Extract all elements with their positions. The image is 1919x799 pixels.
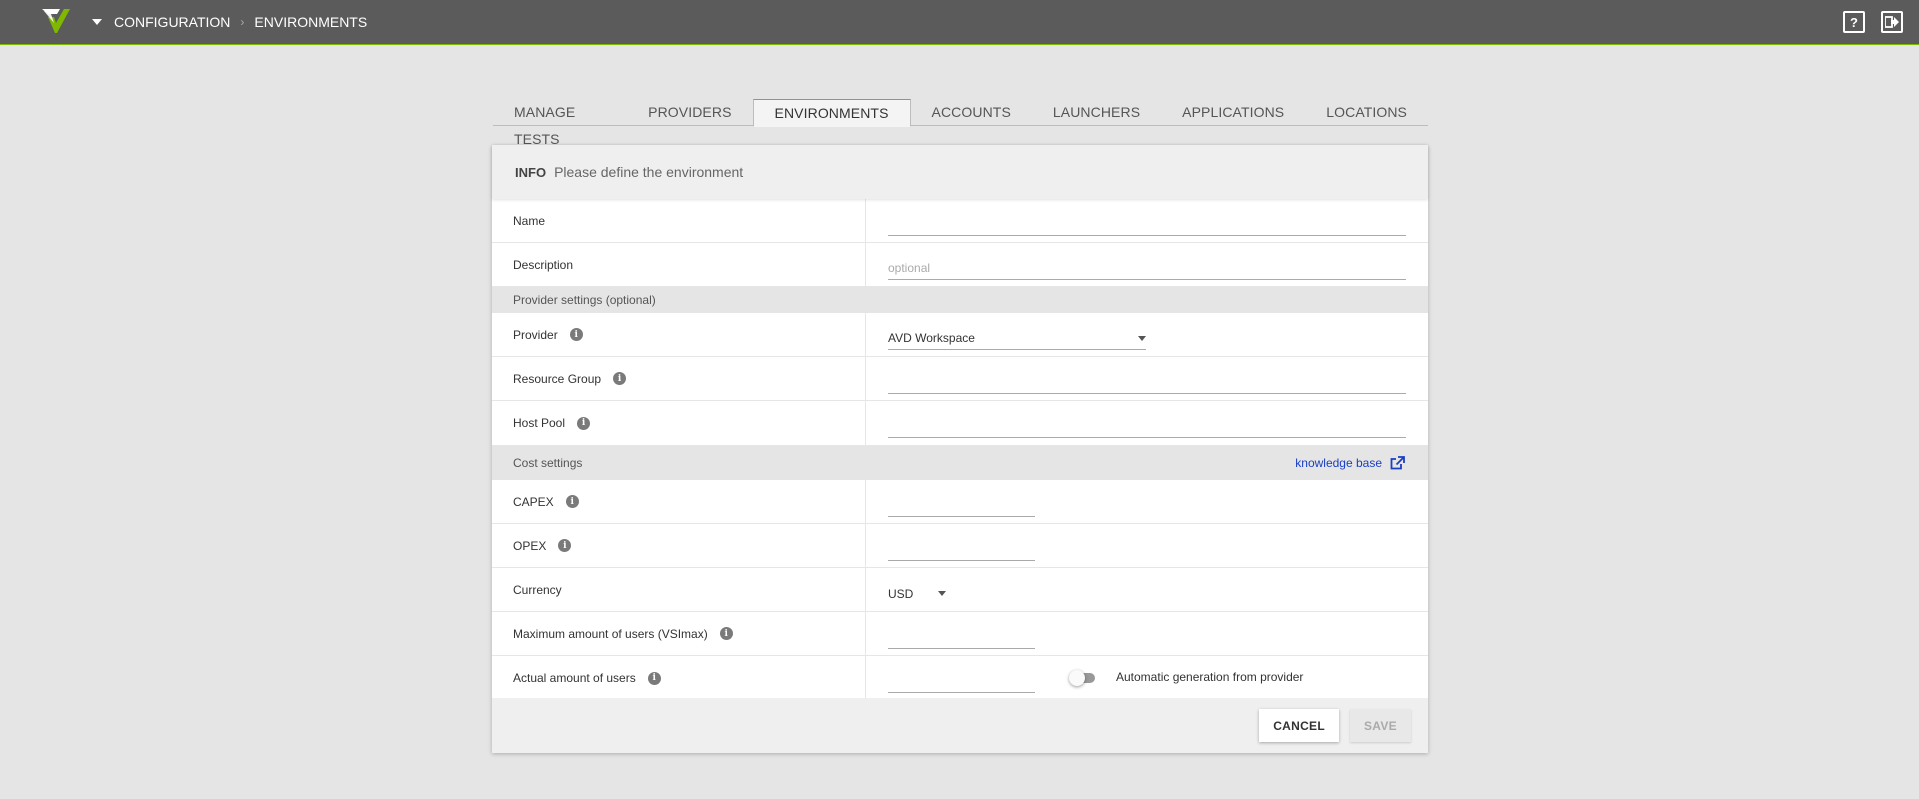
breadcrumb-configuration[interactable]: CONFIGURATION	[114, 14, 230, 30]
chevron-down-icon	[1138, 335, 1146, 341]
currency-label: Currency	[492, 568, 866, 611]
tab-providers[interactable]: PROVIDERS	[627, 99, 752, 126]
help-button[interactable]: ?	[1843, 11, 1865, 33]
cost-settings-section: Cost settings knowledge base	[492, 446, 1428, 480]
max-users-label: Maximum amount of users (VSImax)	[513, 626, 708, 641]
tab-locations[interactable]: LOCATIONS	[1305, 99, 1428, 126]
app-logo-icon[interactable]	[40, 7, 72, 37]
description-label: Description	[492, 243, 866, 286]
knowledge-base-link-label: knowledge base	[1295, 456, 1382, 470]
currency-select[interactable]: USD	[888, 583, 946, 605]
resource-group-row: Resource Group i	[492, 357, 1428, 401]
breadcrumb-environments: ENVIRONMENTS	[254, 14, 368, 30]
config-tabs: MANAGE TESTS PROVIDERS ENVIRONMENTS ACCO…	[493, 99, 1428, 147]
currency-select-value: USD	[888, 586, 914, 601]
opex-label: OPEX	[513, 538, 547, 553]
host-pool-label: Host Pool	[513, 416, 566, 430]
max-users-input[interactable]	[888, 626, 1035, 649]
cost-settings-heading: Cost settings	[513, 456, 583, 470]
capex-label: CAPEX	[513, 494, 554, 509]
provider-info-icon[interactable]: i	[569, 328, 583, 341]
description-row: Description	[492, 243, 1428, 287]
tab-manage-tests[interactable]: MANAGE TESTS	[493, 99, 627, 147]
auto-generation-label: Automatic generation from provider	[1116, 670, 1304, 684]
opex-input[interactable]	[888, 538, 1035, 561]
cancel-button[interactable]: CANCEL	[1259, 709, 1339, 742]
opex-row: OPEX i	[492, 524, 1428, 568]
actual-users-row: Actual amount of users i Automatic gener…	[492, 656, 1428, 700]
tab-environments[interactable]: ENVIRONMENTS	[752, 99, 911, 127]
breadcrumb: CONFIGURATION › ENVIRONMENTS	[114, 14, 367, 30]
provider-settings-section: Provider settings (optional)	[492, 287, 1428, 313]
toggle-knob	[1069, 670, 1085, 686]
provider-settings-heading: Provider settings (optional)	[513, 293, 656, 307]
top-bar: CONFIGURATION › ENVIRONMENTS ?	[0, 0, 1919, 45]
form-header: INFO Please define the environment	[492, 145, 1428, 199]
breadcrumb-separator-icon: ›	[240, 15, 245, 29]
name-row: Name	[492, 199, 1428, 243]
form-header-title: INFO	[515, 164, 547, 180]
actual-users-info-icon[interactable]: i	[647, 671, 661, 685]
capex-input[interactable]	[888, 494, 1035, 517]
save-button[interactable]: SAVE	[1350, 709, 1411, 742]
resource-group-label: Resource Group	[513, 371, 602, 386]
logout-icon	[1885, 16, 1899, 28]
form-header-subtitle: Please define the environment	[554, 164, 744, 180]
host-pool-row: Host Pool i	[492, 401, 1428, 446]
currency-row: Currency USD	[492, 568, 1428, 612]
auto-generation-toggle[interactable]	[1069, 670, 1099, 686]
resource-group-info-icon[interactable]: i	[613, 372, 627, 385]
question-icon: ?	[1850, 14, 1858, 30]
logout-button[interactable]	[1881, 11, 1903, 33]
form-footer: CANCEL SAVE	[492, 698, 1428, 753]
chevron-down-icon	[938, 591, 946, 596]
capex-info-icon[interactable]: i	[565, 495, 579, 508]
actual-users-label: Actual amount of users	[513, 671, 636, 685]
actual-users-input[interactable]	[888, 671, 1035, 693]
provider-label: Provider	[513, 327, 558, 342]
provider-select[interactable]: AVD Workspace	[888, 328, 1146, 350]
name-input[interactable]	[888, 213, 1406, 236]
name-label: Name	[492, 199, 866, 242]
opex-info-icon[interactable]: i	[558, 539, 572, 552]
provider-select-value: AVD Workspace	[888, 331, 975, 345]
resource-group-input[interactable]	[888, 371, 1406, 394]
external-link-icon	[1390, 456, 1405, 470]
provider-row: Provider i AVD Workspace	[492, 313, 1428, 357]
max-users-info-icon[interactable]: i	[719, 627, 733, 640]
app-menu-caret-icon[interactable]	[92, 19, 102, 25]
description-input[interactable]	[888, 257, 1406, 280]
tab-launchers[interactable]: LAUNCHERS	[1032, 99, 1161, 126]
capex-row: CAPEX i	[492, 480, 1428, 524]
host-pool-info-icon[interactable]: i	[577, 416, 591, 430]
environment-form-card: INFO Please define the environment Name …	[492, 145, 1428, 753]
host-pool-input[interactable]	[888, 416, 1406, 438]
tab-applications[interactable]: APPLICATIONS	[1161, 99, 1305, 126]
tab-accounts[interactable]: ACCOUNTS	[911, 99, 1032, 126]
knowledge-base-link[interactable]: knowledge base	[1295, 456, 1405, 470]
max-users-row: Maximum amount of users (VSImax) i	[492, 612, 1428, 656]
